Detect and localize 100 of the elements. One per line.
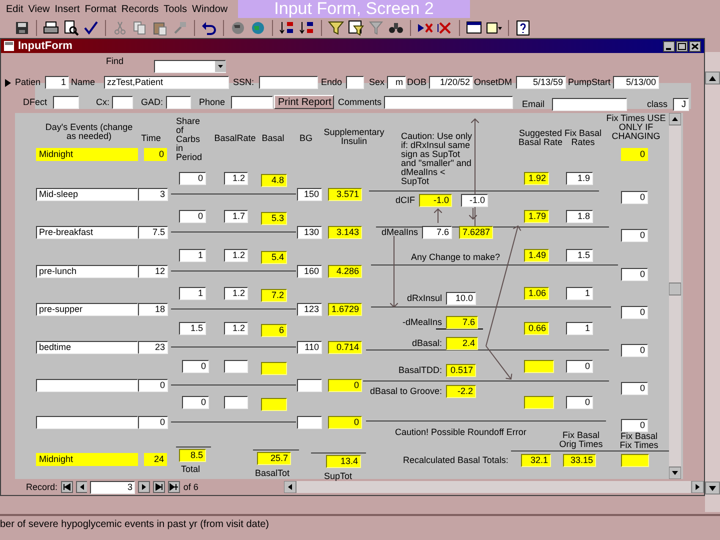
input-field[interactable]: 150 [297, 188, 322, 201]
input-field[interactable]: 5/13/59 [516, 76, 566, 89]
input-field[interactable] [231, 96, 273, 109]
input-field[interactable]: 3 [138, 188, 168, 201]
input-field[interactable]: 0 [179, 172, 206, 185]
filter-form-icon[interactable] [348, 20, 364, 36]
input-field[interactable] [384, 96, 513, 109]
input-field[interactable]: 18 [138, 303, 168, 316]
input-field[interactable]: 0 [138, 379, 168, 392]
input-field[interactable] [224, 360, 248, 373]
new-record-button[interactable] [168, 481, 180, 493]
input-field[interactable]: 1 [566, 322, 593, 335]
input-field[interactable] [166, 96, 191, 109]
sort-descending-icon[interactable] [299, 20, 315, 36]
minimize-button[interactable] [663, 40, 675, 52]
input-field[interactable]: 7.6 [422, 226, 452, 239]
input-field[interactable]: 160 [297, 265, 322, 278]
input-field[interactable]: 0 [566, 360, 593, 373]
input-field[interactable]: 5/13/00 [613, 76, 659, 89]
vertical-scrollbar[interactable] [669, 113, 681, 479]
input-field[interactable]: 0 [621, 344, 648, 357]
input-field[interactable] [224, 396, 248, 409]
input-field[interactable]: m [387, 76, 406, 89]
input-field[interactable]: bedtime [36, 341, 138, 354]
input-field[interactable]: 1.5 [179, 322, 206, 335]
input-field[interactable]: 0 [182, 396, 209, 409]
print-preview-icon[interactable] [63, 20, 79, 36]
menu-item[interactable]: Records [121, 4, 159, 14]
input-field[interactable]: 1.2 [224, 322, 248, 335]
input-field[interactable]: 0 [179, 210, 206, 223]
input-field[interactable]: 0 [621, 191, 648, 204]
input-field[interactable] [36, 416, 138, 429]
previous-record-button[interactable] [76, 481, 88, 493]
input-field[interactable]: 1/20/52 [429, 76, 473, 89]
input-field[interactable]: 12 [138, 265, 168, 278]
horizontal-scrollbar[interactable] [284, 481, 704, 493]
input-field[interactable]: 1.2 [224, 172, 248, 185]
last-record-button[interactable] [153, 481, 166, 493]
input-field[interactable]: 1.9 [566, 172, 593, 185]
input-field[interactable] [297, 379, 322, 392]
input-field[interactable]: 1.2 [224, 249, 248, 262]
input-field[interactable] [112, 96, 133, 109]
close-button[interactable] [689, 40, 701, 52]
maximize-button[interactable] [676, 40, 688, 52]
input-field[interactable]: 23 [138, 341, 168, 354]
input-field[interactable]: 0 [138, 416, 168, 429]
save-icon[interactable] [14, 20, 30, 36]
filter-icon[interactable] [328, 20, 344, 36]
input-field[interactable]: 1 [45, 76, 69, 89]
input-field[interactable]: 0 [566, 396, 593, 409]
input-field[interactable]: pre-lunch [36, 265, 138, 278]
next-record-button[interactable] [138, 481, 150, 493]
menu-item[interactable]: Format [84, 4, 116, 14]
input-field[interactable]: 7.5 [138, 226, 168, 239]
delete-record-icon[interactable] [437, 20, 453, 36]
input-field[interactable] [259, 76, 318, 89]
help-icon[interactable] [515, 20, 531, 36]
input-field[interactable]: 1.7 [224, 210, 248, 223]
copy-icon[interactable] [132, 20, 148, 36]
input-field[interactable]: 3 [90, 480, 136, 494]
input-field[interactable]: 110 [297, 341, 322, 354]
input-field[interactable]: 0 [621, 229, 648, 242]
input-field[interactable]: -1.0 [461, 194, 488, 207]
first-record-button[interactable] [60, 481, 72, 493]
input-field[interactable]: zzTest,Patient [104, 76, 229, 89]
input-field[interactable]: 123 [297, 303, 322, 316]
new-object-icon[interactable] [486, 20, 502, 36]
input-field[interactable]: J [673, 98, 689, 111]
menu-item[interactable]: Tools [164, 4, 188, 14]
input-field[interactable]: 130 [297, 226, 322, 239]
input-field[interactable]: 1 [179, 249, 206, 262]
input-field[interactable]: 1 [179, 287, 206, 300]
input-field[interactable] [297, 416, 322, 429]
menu-item[interactable]: Insert [54, 4, 80, 14]
paste-icon[interactable] [152, 20, 168, 36]
record-selector-icon[interactable] [5, 79, 11, 87]
input-field[interactable] [53, 96, 79, 109]
input-field[interactable] [552, 98, 627, 111]
input-field[interactable]: Mid-sleep [36, 188, 138, 201]
input-field[interactable]: pre-supper [36, 303, 138, 316]
print-report-button[interactable]: Print Report [274, 95, 334, 109]
input-field[interactable]: 0 [621, 306, 648, 319]
input-field[interactable]: 0 [621, 419, 648, 432]
input-field[interactable] [346, 76, 364, 89]
input-field[interactable]: 0 [621, 382, 648, 395]
input-field[interactable] [36, 379, 138, 392]
spelling-icon[interactable] [83, 20, 99, 36]
menu-item[interactable]: Edit [6, 4, 24, 14]
print-icon[interactable] [43, 20, 59, 36]
sort-ascending-icon[interactable] [279, 20, 295, 36]
menu-item[interactable]: View [28, 4, 50, 14]
binoculars-icon[interactable] [388, 20, 404, 36]
input-field[interactable]: 0 [621, 268, 648, 281]
window-scrollbar[interactable] [705, 52, 720, 512]
find-combo[interactable] [154, 60, 226, 73]
input-field[interactable]: Pre-breakfast [36, 226, 138, 239]
undo-icon[interactable] [201, 20, 217, 36]
input-field[interactable]: 1.2 [224, 287, 248, 300]
menu-item[interactable]: Window [192, 4, 228, 14]
input-field[interactable]: 1.8 [566, 210, 593, 223]
